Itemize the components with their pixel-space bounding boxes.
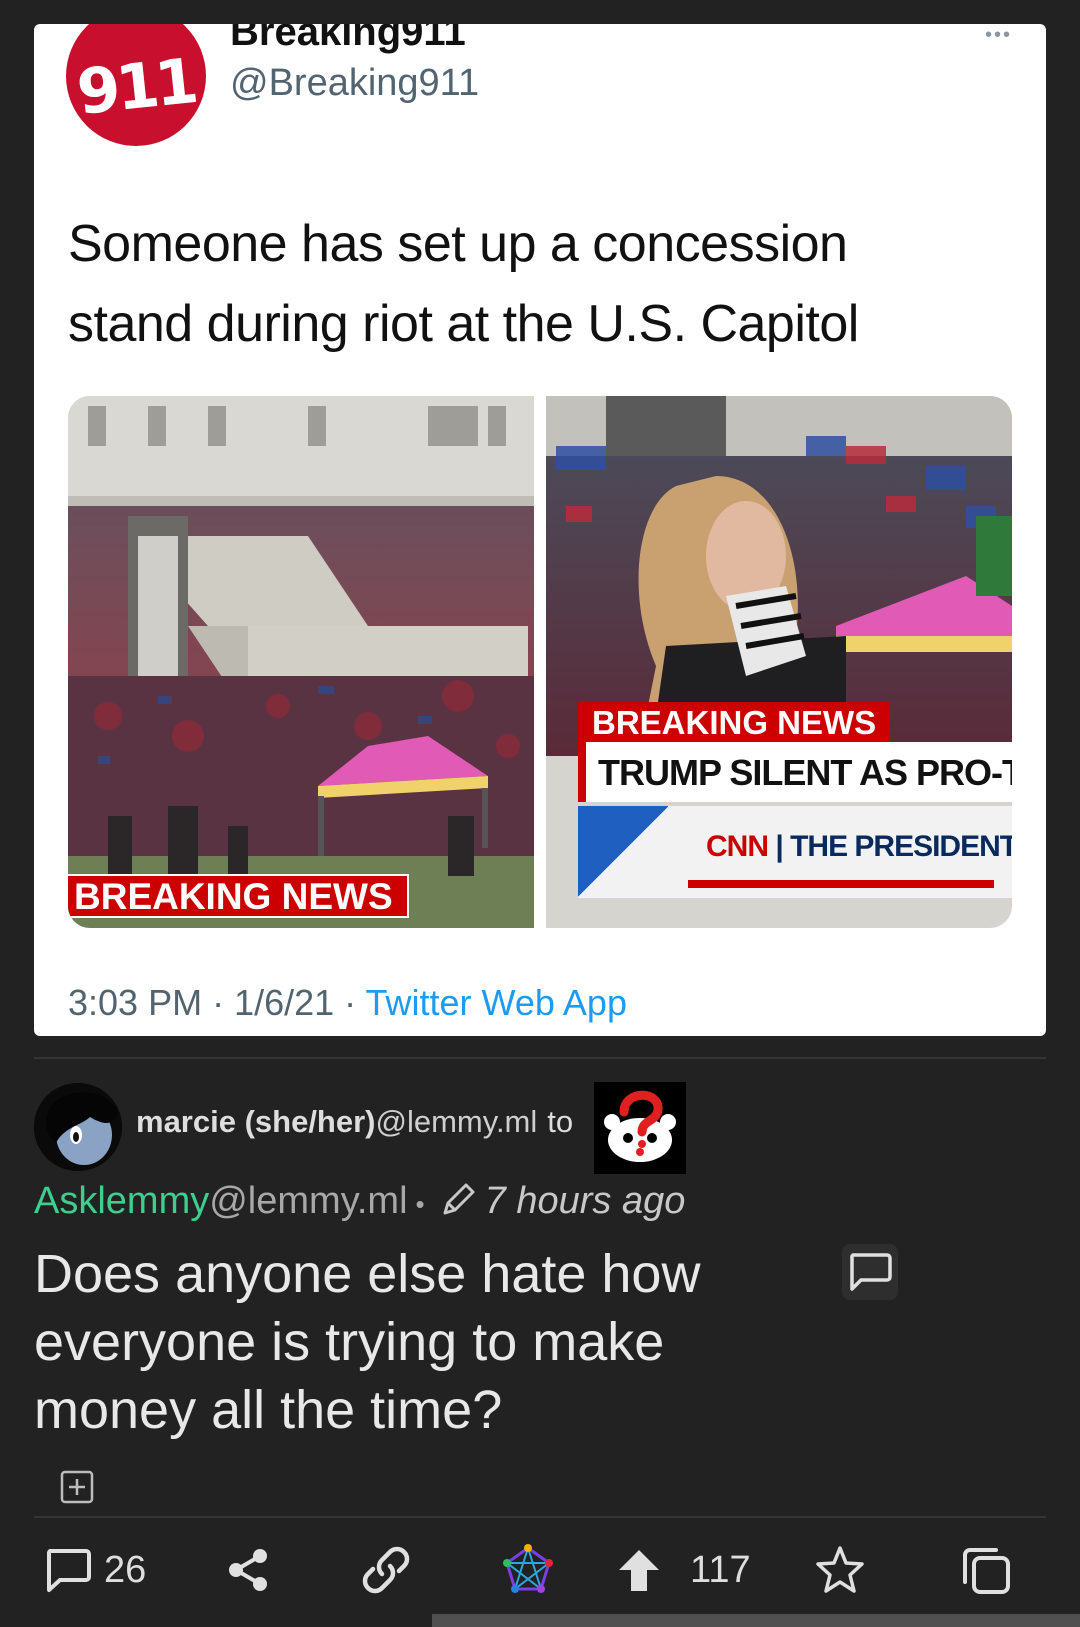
tweet-photo-right: BREAKING NEWS TRUMP SILENT AS PRO-T CNN … [546, 396, 1012, 928]
tweet-photo-left: BREAKING NEWS [68, 396, 534, 928]
post-title[interactable]: Does anyone else hate how everyone is tr… [34, 1240, 814, 1444]
community-avatar[interactable] [594, 1082, 686, 1174]
upvote-icon [619, 1550, 659, 1591]
ticker-text: CNN | THE PRESIDENTIAL ELE [706, 830, 1012, 864]
to-label: to [547, 1104, 574, 1139]
pencil-icon [443, 1183, 475, 1215]
meta-separator: · [202, 982, 235, 1023]
author-avatar[interactable] [34, 1083, 122, 1171]
meta-separator: · [334, 982, 366, 1023]
tweet-display-name: Breaking911 [230, 24, 466, 54]
expand-button[interactable] [60, 1470, 94, 1504]
author-instance[interactable]: @lemmy.ml [376, 1104, 538, 1139]
copy-icon [963, 1548, 1010, 1594]
ticker-red-line [688, 880, 994, 888]
author-line: marcie (she/her)@lemmy.ml to [136, 1104, 573, 1140]
comment-icon [46, 1549, 91, 1592]
capitol-crowd-image [68, 396, 534, 928]
post-action-bar: 26 117 [0, 1534, 1080, 1604]
post-time: 7 hours ago [484, 1180, 686, 1222]
community-instance[interactable]: @lemmy.ml [209, 1180, 407, 1222]
share-button[interactable] [224, 1544, 272, 1596]
copy-button[interactable] [958, 1544, 1014, 1596]
tweet-date: 1/6/21 [234, 982, 335, 1023]
share-icon [229, 1549, 267, 1591]
breaking-news-banner-right: BREAKING NEWS [578, 702, 891, 742]
author-name[interactable]: marcie (she/her) [136, 1104, 376, 1139]
community-line: Asklemmy@lemmy.ml • 7 hours ago [34, 1180, 685, 1223]
community-name[interactable]: Asklemmy [34, 1180, 209, 1222]
link-button[interactable] [356, 1544, 416, 1596]
fediverse-button[interactable] [502, 1544, 554, 1596]
comment-bubble-icon [850, 1253, 892, 1291]
expand-icon [60, 1470, 94, 1504]
fediverse-icon [503, 1544, 553, 1593]
tweet-text: Someone has set up a concession stand du… [68, 215, 859, 353]
save-button[interactable] [814, 1544, 866, 1596]
tweet-handle: @Breaking911 [230, 62, 480, 104]
bullet: • [415, 1189, 425, 1219]
tweet-meta: 3:03 PM · 1/6/21 · Twitter Web App [68, 982, 627, 1024]
tweet-app: Twitter Web App [365, 982, 627, 1023]
divider [34, 1057, 1046, 1059]
ticker-caption: | THE PRESIDENTIAL ELE [775, 830, 1012, 863]
upvote-count: 117 [690, 1548, 751, 1591]
asklemmy-icon [594, 1082, 686, 1174]
news-headline: TRUMP SILENT AS PRO-T [578, 742, 1012, 802]
divider [34, 1516, 1046, 1518]
avatar-icon [34, 1083, 122, 1171]
post-comments-button[interactable] [842, 1244, 898, 1300]
scroll-indicator [432, 1614, 1080, 1627]
comment-count: 26 [104, 1548, 147, 1591]
comments-button[interactable]: 26 [44, 1544, 146, 1596]
tweet-avatar-logo: 911 [73, 43, 199, 129]
news-ticker: CNN | THE PRESIDENTIAL ELE [578, 806, 1012, 898]
link-icon [362, 1546, 410, 1594]
tweet-screenshot[interactable]: 911 Breaking911 @Breaking911 ••• Someone… [34, 24, 1046, 1036]
breaking-news-banner-left: BREAKING NEWS [68, 874, 409, 918]
cnn-logo: CNN [706, 830, 769, 863]
upvote-button[interactable]: 117 [614, 1544, 751, 1596]
more-icon: ••• [984, 24, 1012, 46]
ticker-wedge [578, 806, 668, 898]
tweet-time: 3:03 PM [68, 982, 203, 1023]
star-icon [816, 1546, 864, 1593]
tweet-avatar: 911 [66, 24, 206, 146]
